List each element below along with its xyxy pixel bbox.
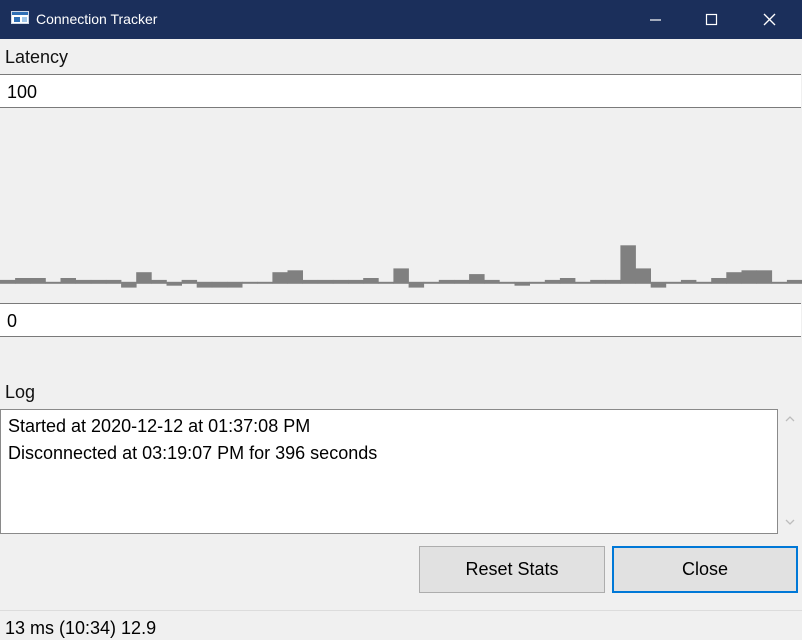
scroll-down-arrow-icon[interactable] bbox=[783, 517, 797, 527]
latency-sample-bar bbox=[726, 272, 742, 284]
latency-label: Latency bbox=[5, 47, 69, 67]
latency-sample-bar bbox=[166, 281, 182, 286]
latency-graph bbox=[0, 245, 802, 288]
latency-sample-bar bbox=[438, 279, 455, 284]
latency-sample-bar bbox=[711, 278, 727, 284]
scroll-up-arrow-icon[interactable] bbox=[783, 414, 797, 424]
latency-sample-bar bbox=[423, 281, 440, 284]
latency-sample-bar bbox=[680, 279, 697, 284]
latency-sample-bar bbox=[544, 279, 561, 284]
latency-sample-bar bbox=[136, 272, 152, 284]
log-line: Disconnected at 03:19:07 PM for 396 seco… bbox=[8, 443, 378, 463]
close-window-button[interactable] bbox=[747, 0, 793, 39]
window-title: Connection Tracker bbox=[36, 11, 158, 27]
latency-sample-bar bbox=[211, 281, 228, 288]
latency-sample-bar bbox=[605, 279, 621, 284]
status-text: 13 ms (10:34) 12.9 bbox=[5, 618, 157, 638]
latency-sample-bar bbox=[635, 268, 651, 284]
latency-sample-bar bbox=[272, 272, 288, 284]
latency-sample-bar bbox=[469, 274, 485, 284]
log-line: Started at 2020-12-12 at 01:37:08 PM bbox=[8, 416, 311, 436]
latency-sample-bar bbox=[227, 281, 243, 288]
latency-sample-bar bbox=[287, 270, 303, 284]
minimize-icon bbox=[650, 19, 661, 21]
latency-sample-bar bbox=[302, 279, 319, 284]
latency-sample-bar bbox=[559, 278, 576, 284]
latency-sample-bar bbox=[575, 281, 591, 284]
latency-sample-bar bbox=[650, 281, 667, 288]
latency-sample-bar bbox=[196, 281, 213, 288]
latency-sample-bar bbox=[257, 281, 273, 284]
latency-sample-bar bbox=[151, 279, 167, 284]
latency-sample-bar bbox=[90, 279, 107, 284]
latency-sample-bar bbox=[15, 278, 31, 284]
latency-sample-bar bbox=[105, 279, 122, 284]
latency-sample-bar bbox=[332, 279, 349, 284]
latency-sample-bar bbox=[378, 281, 394, 284]
latency-sample-bar bbox=[696, 281, 712, 284]
latency-sample-bar bbox=[75, 279, 92, 284]
latency-sample-bar bbox=[121, 281, 137, 288]
latency-sample-bar bbox=[590, 279, 606, 284]
minimize-button[interactable] bbox=[633, 0, 679, 39]
latency-sample-bar bbox=[756, 270, 773, 284]
latency-sample-bar bbox=[741, 270, 757, 284]
latency-sample-bar bbox=[786, 279, 802, 284]
latency-sample-bar bbox=[30, 278, 46, 284]
reset-stats-button[interactable]: Reset Stats bbox=[419, 546, 605, 593]
latency-sample-bar bbox=[348, 279, 364, 284]
log-label: Log bbox=[5, 382, 36, 402]
latency-sample-bar bbox=[665, 281, 682, 284]
latency-sample-bar bbox=[620, 245, 636, 284]
latency-min-value: 0 bbox=[7, 311, 18, 331]
latency-sample-bar bbox=[363, 278, 379, 284]
title-bar[interactable]: Connection Tracker bbox=[0, 0, 802, 39]
latency-sample-bar bbox=[393, 268, 409, 284]
close-button[interactable]: Close bbox=[612, 546, 798, 593]
app-window-icon bbox=[11, 11, 29, 24]
maximize-icon bbox=[705, 13, 718, 26]
status-bar: 13 ms (10:34) 12.9 bbox=[0, 610, 802, 640]
close-icon bbox=[763, 13, 776, 26]
latency-sample-bar bbox=[529, 281, 546, 284]
latency-sample-bar bbox=[484, 279, 500, 284]
latency-sample-bar bbox=[514, 281, 530, 286]
latency-min-field[interactable]: 0 bbox=[0, 303, 801, 337]
latency-sample-bar bbox=[60, 278, 76, 284]
latency-sample-bar bbox=[45, 281, 61, 284]
latency-max-value: 100 bbox=[7, 82, 38, 102]
latency-max-field[interactable]: 100 bbox=[0, 74, 801, 108]
latency-sample-bar bbox=[0, 279, 16, 284]
latency-sample-bar bbox=[242, 281, 258, 284]
latency-sample-bar bbox=[408, 281, 425, 288]
latency-sample-bar bbox=[317, 279, 334, 284]
latency-sample-bar bbox=[454, 279, 470, 284]
latency-sample-bar bbox=[181, 279, 198, 284]
log-textarea[interactable]: Started at 2020-12-12 at 01:37:08 PM Dis… bbox=[0, 409, 778, 534]
maximize-button[interactable] bbox=[689, 0, 735, 39]
latency-sample-bar bbox=[771, 281, 788, 284]
latency-sample-bar bbox=[499, 281, 515, 284]
